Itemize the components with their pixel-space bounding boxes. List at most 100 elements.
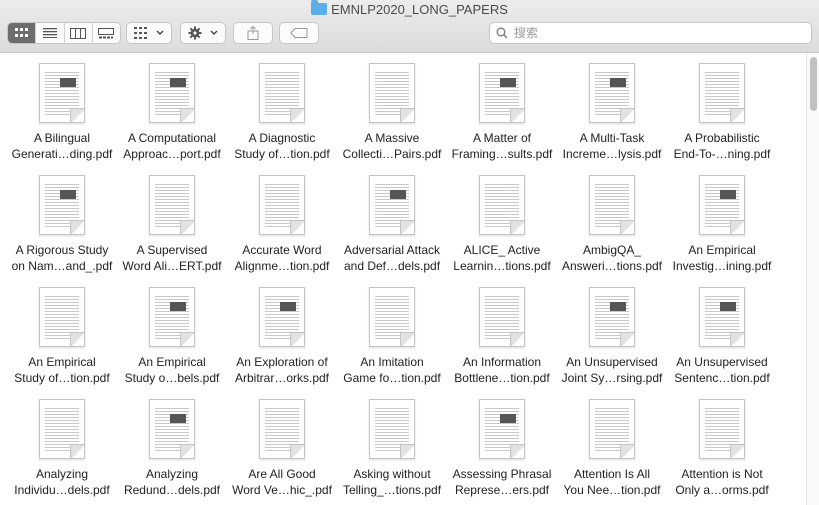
list-view-icon bbox=[42, 28, 57, 38]
file-name: A Multi-Task Increme…lysis.pdf bbox=[558, 130, 666, 162]
file-name-line2: Investig…ining.pdf bbox=[672, 259, 772, 273]
vertical-scrollbar[interactable] bbox=[806, 53, 819, 505]
pdf-file-icon bbox=[699, 63, 745, 123]
file-name: A Diagnostic Study of…tion.pdf bbox=[228, 130, 336, 162]
file-name-line2: Alignme…tion.pdf bbox=[234, 259, 330, 273]
list-view-button[interactable] bbox=[36, 23, 65, 43]
column-view-button[interactable] bbox=[65, 23, 93, 43]
file-name: Analyzing Redund…dels.pdf bbox=[118, 466, 226, 498]
toolbar: EMNLP2020_LONG_PAPERS bbox=[0, 0, 819, 53]
share-icon bbox=[247, 26, 259, 40]
file-name-line2: You Nee…tion.pdf bbox=[563, 483, 661, 497]
tags-button[interactable] bbox=[279, 22, 319, 44]
search-field[interactable] bbox=[489, 22, 812, 44]
file-name-line2: Joint Sy…rsing.pdf bbox=[561, 371, 663, 385]
file-name-line1: Analyzing bbox=[145, 467, 199, 481]
file-name-line2: Increme…lysis.pdf bbox=[562, 147, 662, 161]
search-input[interactable] bbox=[512, 25, 796, 41]
file-item[interactable]: A Bilingual Generati…ding.pdf bbox=[7, 53, 117, 165]
file-item[interactable]: A Computational Approac…port.pdf bbox=[117, 53, 227, 165]
tag-icon bbox=[290, 28, 308, 38]
file-item[interactable]: A Diagnostic Study of…tion.pdf bbox=[227, 53, 337, 165]
file-name-line1: A Bilingual bbox=[33, 131, 91, 145]
file-name: Adversarial Attack and Def…dels.pdf bbox=[338, 242, 446, 274]
file-item[interactable]: An Empirical Study of…tion.pdf bbox=[7, 277, 117, 389]
file-item[interactable]: Accurate Word Alignme…tion.pdf bbox=[227, 165, 337, 277]
file-name-line1: A Multi-Task bbox=[579, 131, 645, 145]
file-item[interactable]: ALICE_ Active Learnin…tions.pdf bbox=[447, 165, 557, 277]
file-item[interactable]: An Imitation Game fo…tion.pdf bbox=[337, 277, 447, 389]
file-name: A Computational Approac…port.pdf bbox=[118, 130, 226, 162]
file-name-line1: Asking without bbox=[353, 467, 431, 481]
file-item[interactable]: Analyzing Individu…dels.pdf bbox=[7, 389, 117, 501]
file-item[interactable]: Analyzing Redund…dels.pdf bbox=[117, 389, 227, 501]
file-name: Attention is Not Only a…orms.pdf bbox=[668, 466, 776, 498]
gallery-view-icon bbox=[98, 27, 115, 38]
scrollbar-thumb[interactable] bbox=[810, 57, 817, 111]
file-item[interactable]: Attention Is All You Nee…tion.pdf bbox=[557, 389, 667, 501]
file-name-line2: Word Ve…hic_.pdf bbox=[232, 483, 332, 497]
group-by-button[interactable] bbox=[126, 22, 172, 44]
pdf-file-icon bbox=[479, 399, 525, 459]
file-name-line2: Bottlene…tion.pdf bbox=[454, 371, 550, 385]
pdf-file-icon bbox=[149, 287, 195, 347]
file-item[interactable]: A Supervised Word Ali…ERT.pdf bbox=[117, 165, 227, 277]
file-name-line2: Arbitrar…orks.pdf bbox=[234, 371, 330, 385]
file-name-line2: Generati…ding.pdf bbox=[11, 147, 113, 161]
file-item[interactable]: An Information Bottlene…tion.pdf bbox=[447, 277, 557, 389]
file-name: ALICE_ Active Learnin…tions.pdf bbox=[448, 242, 556, 274]
file-name-line1: A Matter of bbox=[472, 131, 532, 145]
file-item[interactable]: A Massive Collecti…Pairs.pdf bbox=[337, 53, 447, 165]
file-name-line2: Study of…tion.pdf bbox=[234, 147, 330, 161]
file-name-line2: Telling_…tions.pdf bbox=[342, 483, 442, 497]
pdf-file-icon bbox=[589, 63, 635, 123]
pdf-file-icon bbox=[39, 399, 85, 459]
file-name: An Unsupervised Joint Sy…rsing.pdf bbox=[558, 354, 666, 386]
file-item[interactable]: An Exploration of Arbitrar…orks.pdf bbox=[227, 277, 337, 389]
share-button[interactable] bbox=[233, 22, 273, 44]
icon-view-button[interactable] bbox=[8, 23, 37, 43]
file-name-line2: End-To-…ning.pdf bbox=[673, 147, 771, 161]
file-name-line2: Framing…sults.pdf bbox=[451, 147, 553, 161]
gallery-view-button[interactable] bbox=[93, 23, 120, 43]
pdf-file-icon bbox=[259, 399, 305, 459]
icon-view-icon bbox=[14, 28, 28, 37]
search-icon bbox=[496, 27, 508, 39]
file-name-line1: An Unsupervised bbox=[566, 355, 658, 369]
file-name-line2: Collecti…Pairs.pdf bbox=[342, 147, 442, 161]
file-item[interactable]: A Rigorous Study on Nam…and_.pdf bbox=[7, 165, 117, 277]
file-name: Accurate Word Alignme…tion.pdf bbox=[228, 242, 336, 274]
file-name-line1: AmbigQA_ bbox=[582, 243, 642, 257]
action-menu-button[interactable] bbox=[180, 22, 226, 44]
chevron-down-icon bbox=[156, 30, 164, 35]
file-name-line2: Only a…orms.pdf bbox=[675, 483, 769, 497]
file-item[interactable]: An Unsupervised Joint Sy…rsing.pdf bbox=[557, 277, 667, 389]
file-name: A Supervised Word Ali…ERT.pdf bbox=[118, 242, 226, 274]
file-item[interactable]: Asking without Telling_…tions.pdf bbox=[337, 389, 447, 501]
pdf-file-icon bbox=[149, 399, 195, 459]
pdf-file-icon bbox=[699, 287, 745, 347]
file-item[interactable]: A Matter of Framing…sults.pdf bbox=[447, 53, 557, 165]
file-item[interactable]: Are All Good Word Ve…hic_.pdf bbox=[227, 389, 337, 501]
file-name-line2: Learnin…tions.pdf bbox=[453, 259, 551, 273]
file-name: A Matter of Framing…sults.pdf bbox=[448, 130, 556, 162]
file-item[interactable]: An Empirical Investig…ining.pdf bbox=[667, 165, 777, 277]
file-item[interactable]: Assessing Phrasal Represe…ers.pdf bbox=[447, 389, 557, 501]
file-item[interactable]: A Probabilistic End-To-…ning.pdf bbox=[667, 53, 777, 165]
folder-icon bbox=[311, 0, 328, 15]
pdf-file-icon bbox=[699, 399, 745, 459]
file-name: A Massive Collecti…Pairs.pdf bbox=[338, 130, 446, 162]
file-item[interactable]: An Empirical Study o…bels.pdf bbox=[117, 277, 227, 389]
file-name-line1: A Supervised bbox=[136, 243, 208, 257]
window-title-text: EMNLP2020_LONG_PAPERS bbox=[331, 2, 508, 17]
file-item[interactable]: Attention is Not Only a…orms.pdf bbox=[667, 389, 777, 501]
file-name-line1: An Unsupervised bbox=[676, 355, 768, 369]
group-grid-icon bbox=[134, 27, 147, 39]
file-item[interactable]: AmbigQA_ Answeri…tions.pdf bbox=[557, 165, 667, 277]
pdf-file-icon bbox=[369, 287, 415, 347]
file-item[interactable]: An Unsupervised Sentenc…tion.pdf bbox=[667, 277, 777, 389]
file-name-line1: An Exploration of bbox=[236, 355, 328, 369]
file-name-line2: Study of…tion.pdf bbox=[14, 371, 110, 385]
file-item[interactable]: Adversarial Attack and Def…dels.pdf bbox=[337, 165, 447, 277]
file-item[interactable]: A Multi-Task Increme…lysis.pdf bbox=[557, 53, 667, 165]
